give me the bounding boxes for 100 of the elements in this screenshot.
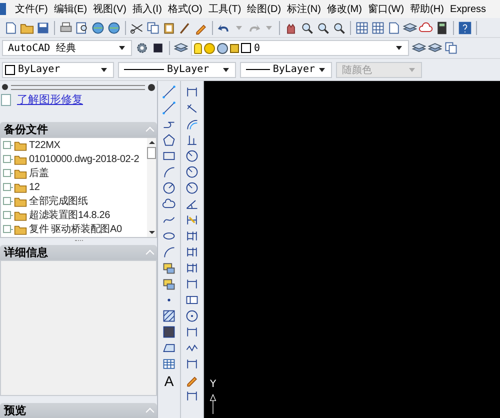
section-header[interactable]: 详细信息 bbox=[0, 244, 157, 260]
hatch-icon[interactable] bbox=[162, 309, 176, 323]
property-dropdown[interactable]: ByLayer bbox=[118, 62, 236, 78]
arc-icon[interactable] bbox=[162, 165, 176, 179]
menu-item[interactable]: 标注(N) bbox=[284, 2, 324, 16]
gradient-icon[interactable] bbox=[162, 325, 176, 339]
copy-icon[interactable] bbox=[146, 20, 160, 34]
sun-icon bbox=[204, 42, 215, 54]
copy-icon[interactable] bbox=[444, 41, 458, 55]
linear-dimension-icon[interactable] bbox=[185, 85, 199, 99]
floppy-icon[interactable] bbox=[36, 20, 50, 34]
baseline-dimension-icon[interactable] bbox=[185, 261, 199, 275]
rectangle-icon[interactable] bbox=[162, 149, 176, 163]
dropdown-caret-icon[interactable] bbox=[101, 68, 107, 72]
angle-dimension-icon[interactable] bbox=[185, 197, 199, 211]
zoom-icon[interactable] bbox=[300, 20, 314, 34]
magnifier-icon[interactable] bbox=[75, 20, 89, 34]
workspace-dropdown[interactable]: AutoCAD 经典 bbox=[2, 40, 132, 56]
table-icon[interactable] bbox=[162, 357, 176, 371]
section-header[interactable]: 预览 bbox=[0, 403, 157, 418]
globe-icon[interactable] bbox=[91, 20, 105, 34]
minimize-icon[interactable] bbox=[2, 84, 8, 90]
property-dropdown[interactable]: ByLayer bbox=[2, 62, 114, 78]
circle-icon[interactable] bbox=[162, 181, 176, 195]
section-header[interactable]: 备份文件 bbox=[0, 122, 157, 138]
cloud-icon[interactable] bbox=[162, 197, 176, 211]
bulb-icon bbox=[194, 42, 202, 54]
globe-icon[interactable] bbox=[107, 20, 121, 34]
text-tool-button[interactable]: A bbox=[164, 373, 174, 389]
line-icon[interactable] bbox=[162, 85, 176, 99]
baseline-dimension-icon[interactable] bbox=[185, 229, 199, 243]
clipboard-icon[interactable] bbox=[162, 20, 176, 34]
file-item[interactable]: 12 bbox=[28, 182, 40, 193]
line-icon[interactable] bbox=[162, 101, 176, 115]
arc-icon[interactable] bbox=[162, 245, 176, 259]
printer-icon[interactable] bbox=[59, 20, 73, 34]
layers-icon[interactable] bbox=[428, 41, 442, 55]
menu-item[interactable]: 编辑(E) bbox=[50, 2, 90, 16]
color-swatch-icon bbox=[241, 43, 251, 53]
menu-item[interactable]: 修改(M) bbox=[324, 2, 365, 16]
menu-item[interactable]: Express bbox=[446, 4, 490, 14]
section-title: 预览 bbox=[4, 403, 26, 418]
linear-dimension-icon[interactable] bbox=[185, 357, 199, 371]
square-icon[interactable] bbox=[151, 41, 165, 55]
splitter-handle[interactable] bbox=[74, 240, 82, 242]
file-item[interactable]: 01010000.dwg-2018-02-2 bbox=[28, 154, 140, 165]
block-icon[interactable] bbox=[162, 277, 176, 291]
property-dropdown[interactable]: ByLayer bbox=[240, 62, 332, 78]
file-item[interactable]: T22MX bbox=[28, 140, 60, 151]
menu-item[interactable]: 帮助(H) bbox=[407, 2, 447, 16]
menu-item[interactable]: 工具(T) bbox=[205, 2, 244, 16]
calculator-icon[interactable] bbox=[435, 20, 449, 34]
block-icon[interactable] bbox=[162, 261, 176, 275]
menu-item[interactable]: 插入(I) bbox=[129, 2, 165, 16]
ordinate-dimension-icon[interactable] bbox=[185, 133, 199, 147]
radius-dimension-icon[interactable] bbox=[185, 165, 199, 179]
layer-dropdown[interactable]: 0 bbox=[191, 40, 409, 56]
file-item[interactable]: 全部完成图纸 bbox=[28, 194, 88, 208]
tolerance-icon[interactable] bbox=[185, 293, 199, 307]
file-item[interactable]: 复件 驱动桥装配图A0 bbox=[28, 222, 122, 236]
close-icon[interactable] bbox=[148, 84, 155, 91]
region-icon[interactable] bbox=[162, 341, 176, 355]
page-icon[interactable] bbox=[4, 20, 18, 34]
file-item[interactable]: 后盖 bbox=[28, 166, 49, 180]
menu-item[interactable]: 窗口(W) bbox=[364, 2, 408, 16]
line-sample-icon bbox=[124, 69, 164, 70]
linear-dimension-icon[interactable] bbox=[185, 277, 199, 291]
zoom-icon[interactable] bbox=[332, 20, 346, 34]
scroll-up-icon[interactable] bbox=[148, 141, 154, 144]
layers-icon[interactable] bbox=[412, 41, 426, 55]
baseline-dimension-icon[interactable] bbox=[185, 245, 199, 259]
layers-icon[interactable] bbox=[403, 20, 417, 34]
linear-dimension-icon[interactable] bbox=[185, 389, 199, 403]
gear-icon[interactable] bbox=[135, 41, 149, 55]
menu-item[interactable]: 文件(F) bbox=[12, 2, 51, 16]
help-link[interactable]: 了解图形修复 bbox=[17, 92, 83, 108]
pentagon-icon[interactable] bbox=[162, 133, 176, 147]
drawing-canvas[interactable]: Y bbox=[204, 81, 500, 418]
help-icon[interactable] bbox=[458, 20, 472, 34]
dropdown-caret-icon[interactable] bbox=[119, 46, 125, 50]
scroll-thumb[interactable] bbox=[147, 147, 156, 160]
menu-item[interactable]: 格式(O) bbox=[164, 2, 206, 16]
file-item[interactable]: 超滤装置图14.8.26 bbox=[28, 208, 110, 222]
layers-icon[interactable] bbox=[174, 41, 188, 55]
radius-dimension-icon[interactable] bbox=[185, 149, 199, 163]
dropdown-caret-icon[interactable] bbox=[396, 46, 402, 50]
quick-dimension-icon[interactable] bbox=[185, 213, 199, 227]
scrollbar[interactable] bbox=[147, 138, 156, 237]
center-mark-icon[interactable] bbox=[185, 309, 199, 323]
menu-item[interactable]: 视图(V) bbox=[90, 2, 130, 16]
cloud-icon[interactable] bbox=[419, 20, 433, 34]
page-icon[interactable] bbox=[387, 20, 401, 34]
radius-dimension-icon[interactable] bbox=[185, 181, 199, 195]
zoom-icon[interactable] bbox=[316, 20, 330, 34]
menu-item[interactable]: 绘图(D) bbox=[244, 2, 284, 16]
dropdown-caret-icon[interactable] bbox=[319, 68, 325, 72]
dropdown-caret-icon[interactable] bbox=[223, 68, 229, 72]
linear-dimension-icon[interactable] bbox=[185, 325, 199, 339]
arc-dimension-icon[interactable] bbox=[185, 117, 199, 131]
scroll-down-icon[interactable] bbox=[148, 230, 154, 234]
